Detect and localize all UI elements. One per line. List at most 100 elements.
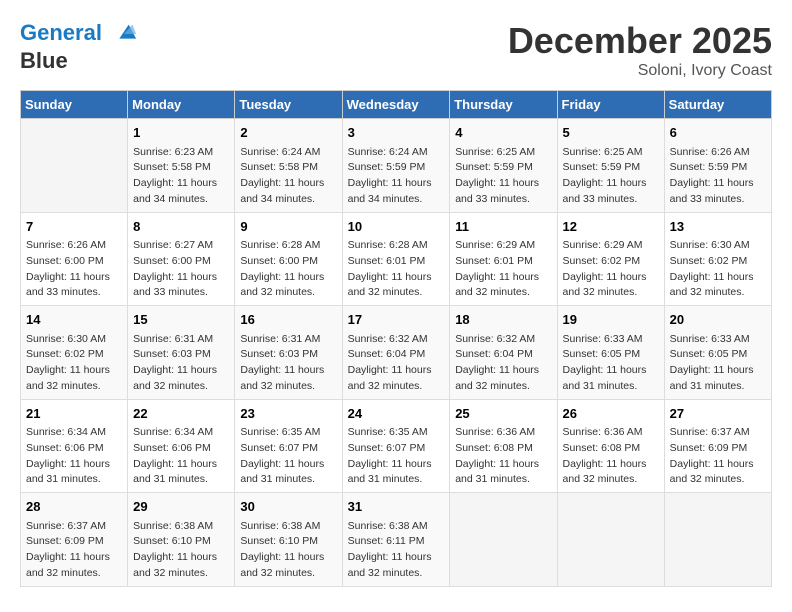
day-number: 10 — [348, 217, 445, 237]
day-number: 14 — [26, 310, 122, 330]
day-number: 2 — [240, 123, 336, 143]
logo-icon — [110, 20, 138, 48]
calendar-cell: 17Sunrise: 6:32 AM Sunset: 6:04 PM Dayli… — [342, 306, 450, 400]
calendar-week: 1Sunrise: 6:23 AM Sunset: 5:58 PM Daylig… — [21, 119, 772, 213]
day-detail: Sunrise: 6:26 AM Sunset: 6:00 PM Dayligh… — [26, 238, 122, 301]
calendar-cell: 22Sunrise: 6:34 AM Sunset: 6:06 PM Dayli… — [128, 399, 235, 493]
day-detail: Sunrise: 6:34 AM Sunset: 6:06 PM Dayligh… — [26, 425, 122, 488]
day-number: 28 — [26, 497, 122, 517]
calendar-cell: 18Sunrise: 6:32 AM Sunset: 6:04 PM Dayli… — [450, 306, 557, 400]
calendar-week: 7Sunrise: 6:26 AM Sunset: 6:00 PM Daylig… — [21, 212, 772, 306]
logo: General Blue — [20, 20, 138, 74]
day-detail: Sunrise: 6:38 AM Sunset: 6:11 PM Dayligh… — [348, 519, 445, 582]
day-detail: Sunrise: 6:23 AM Sunset: 5:58 PM Dayligh… — [133, 145, 229, 208]
title-block: December 2025 Soloni, Ivory Coast — [508, 20, 772, 80]
day-header: Thursday — [450, 91, 557, 119]
calendar-cell: 25Sunrise: 6:36 AM Sunset: 6:08 PM Dayli… — [450, 399, 557, 493]
calendar-cell — [450, 493, 557, 587]
day-detail: Sunrise: 6:30 AM Sunset: 6:02 PM Dayligh… — [26, 332, 122, 395]
day-number: 24 — [348, 404, 445, 424]
calendar-cell: 3Sunrise: 6:24 AM Sunset: 5:59 PM Daylig… — [342, 119, 450, 213]
calendar-cell: 1Sunrise: 6:23 AM Sunset: 5:58 PM Daylig… — [128, 119, 235, 213]
logo-blue: Blue — [20, 48, 138, 74]
calendar-cell: 2Sunrise: 6:24 AM Sunset: 5:58 PM Daylig… — [235, 119, 342, 213]
day-number: 7 — [26, 217, 122, 237]
day-number: 6 — [670, 123, 766, 143]
calendar-cell: 29Sunrise: 6:38 AM Sunset: 6:10 PM Dayli… — [128, 493, 235, 587]
day-detail: Sunrise: 6:35 AM Sunset: 6:07 PM Dayligh… — [348, 425, 445, 488]
day-detail: Sunrise: 6:36 AM Sunset: 6:08 PM Dayligh… — [455, 425, 551, 488]
calendar-cell: 9Sunrise: 6:28 AM Sunset: 6:00 PM Daylig… — [235, 212, 342, 306]
calendar-cell: 23Sunrise: 6:35 AM Sunset: 6:07 PM Dayli… — [235, 399, 342, 493]
day-detail: Sunrise: 6:32 AM Sunset: 6:04 PM Dayligh… — [455, 332, 551, 395]
day-detail: Sunrise: 6:27 AM Sunset: 6:00 PM Dayligh… — [133, 238, 229, 301]
calendar-body: 1Sunrise: 6:23 AM Sunset: 5:58 PM Daylig… — [21, 119, 772, 587]
day-number: 31 — [348, 497, 445, 517]
calendar-cell: 20Sunrise: 6:33 AM Sunset: 6:05 PM Dayli… — [664, 306, 771, 400]
day-number: 4 — [455, 123, 551, 143]
calendar-cell — [21, 119, 128, 213]
calendar-cell: 14Sunrise: 6:30 AM Sunset: 6:02 PM Dayli… — [21, 306, 128, 400]
day-header: Saturday — [664, 91, 771, 119]
day-number: 18 — [455, 310, 551, 330]
day-header: Monday — [128, 91, 235, 119]
page-header: General Blue December 2025 Soloni, Ivory… — [20, 20, 772, 80]
calendar-cell — [557, 493, 664, 587]
day-detail: Sunrise: 6:25 AM Sunset: 5:59 PM Dayligh… — [455, 145, 551, 208]
day-detail: Sunrise: 6:37 AM Sunset: 6:09 PM Dayligh… — [26, 519, 122, 582]
calendar-cell: 6Sunrise: 6:26 AM Sunset: 5:59 PM Daylig… — [664, 119, 771, 213]
calendar-cell: 30Sunrise: 6:38 AM Sunset: 6:10 PM Dayli… — [235, 493, 342, 587]
day-number: 20 — [670, 310, 766, 330]
day-detail: Sunrise: 6:30 AM Sunset: 6:02 PM Dayligh… — [670, 238, 766, 301]
day-number: 29 — [133, 497, 229, 517]
calendar-cell: 27Sunrise: 6:37 AM Sunset: 6:09 PM Dayli… — [664, 399, 771, 493]
day-header: Wednesday — [342, 91, 450, 119]
day-detail: Sunrise: 6:36 AM Sunset: 6:08 PM Dayligh… — [563, 425, 659, 488]
calendar-header: SundayMondayTuesdayWednesdayThursdayFrid… — [21, 91, 772, 119]
calendar-cell: 24Sunrise: 6:35 AM Sunset: 6:07 PM Dayli… — [342, 399, 450, 493]
day-header: Sunday — [21, 91, 128, 119]
month-title: December 2025 — [508, 20, 772, 62]
day-number: 15 — [133, 310, 229, 330]
calendar-table: SundayMondayTuesdayWednesdayThursdayFrid… — [20, 90, 772, 587]
day-number: 30 — [240, 497, 336, 517]
day-detail: Sunrise: 6:38 AM Sunset: 6:10 PM Dayligh… — [133, 519, 229, 582]
calendar-cell: 19Sunrise: 6:33 AM Sunset: 6:05 PM Dayli… — [557, 306, 664, 400]
calendar-cell: 4Sunrise: 6:25 AM Sunset: 5:59 PM Daylig… — [450, 119, 557, 213]
day-number: 26 — [563, 404, 659, 424]
day-number: 8 — [133, 217, 229, 237]
calendar-cell: 7Sunrise: 6:26 AM Sunset: 6:00 PM Daylig… — [21, 212, 128, 306]
calendar-cell: 11Sunrise: 6:29 AM Sunset: 6:01 PM Dayli… — [450, 212, 557, 306]
day-number: 5 — [563, 123, 659, 143]
calendar-cell: 10Sunrise: 6:28 AM Sunset: 6:01 PM Dayli… — [342, 212, 450, 306]
day-detail: Sunrise: 6:34 AM Sunset: 6:06 PM Dayligh… — [133, 425, 229, 488]
day-detail: Sunrise: 6:29 AM Sunset: 6:01 PM Dayligh… — [455, 238, 551, 301]
day-number: 22 — [133, 404, 229, 424]
calendar-cell: 5Sunrise: 6:25 AM Sunset: 5:59 PM Daylig… — [557, 119, 664, 213]
day-number: 13 — [670, 217, 766, 237]
calendar-week: 14Sunrise: 6:30 AM Sunset: 6:02 PM Dayli… — [21, 306, 772, 400]
day-number: 11 — [455, 217, 551, 237]
day-number: 16 — [240, 310, 336, 330]
day-number: 27 — [670, 404, 766, 424]
logo-general: General — [20, 20, 102, 45]
day-detail: Sunrise: 6:28 AM Sunset: 6:01 PM Dayligh… — [348, 238, 445, 301]
day-detail: Sunrise: 6:38 AM Sunset: 6:10 PM Dayligh… — [240, 519, 336, 582]
day-detail: Sunrise: 6:24 AM Sunset: 5:59 PM Dayligh… — [348, 145, 445, 208]
calendar-cell: 13Sunrise: 6:30 AM Sunset: 6:02 PM Dayli… — [664, 212, 771, 306]
day-number: 21 — [26, 404, 122, 424]
day-detail: Sunrise: 6:33 AM Sunset: 6:05 PM Dayligh… — [563, 332, 659, 395]
calendar-week: 28Sunrise: 6:37 AM Sunset: 6:09 PM Dayli… — [21, 493, 772, 587]
calendar-cell: 26Sunrise: 6:36 AM Sunset: 6:08 PM Dayli… — [557, 399, 664, 493]
day-header: Friday — [557, 91, 664, 119]
logo-text: General — [20, 20, 138, 48]
calendar-cell: 31Sunrise: 6:38 AM Sunset: 6:11 PM Dayli… — [342, 493, 450, 587]
day-detail: Sunrise: 6:32 AM Sunset: 6:04 PM Dayligh… — [348, 332, 445, 395]
day-number: 3 — [348, 123, 445, 143]
day-detail: Sunrise: 6:25 AM Sunset: 5:59 PM Dayligh… — [563, 145, 659, 208]
day-detail: Sunrise: 6:31 AM Sunset: 6:03 PM Dayligh… — [240, 332, 336, 395]
day-number: 17 — [348, 310, 445, 330]
calendar-cell: 28Sunrise: 6:37 AM Sunset: 6:09 PM Dayli… — [21, 493, 128, 587]
calendar-week: 21Sunrise: 6:34 AM Sunset: 6:06 PM Dayli… — [21, 399, 772, 493]
day-detail: Sunrise: 6:29 AM Sunset: 6:02 PM Dayligh… — [563, 238, 659, 301]
